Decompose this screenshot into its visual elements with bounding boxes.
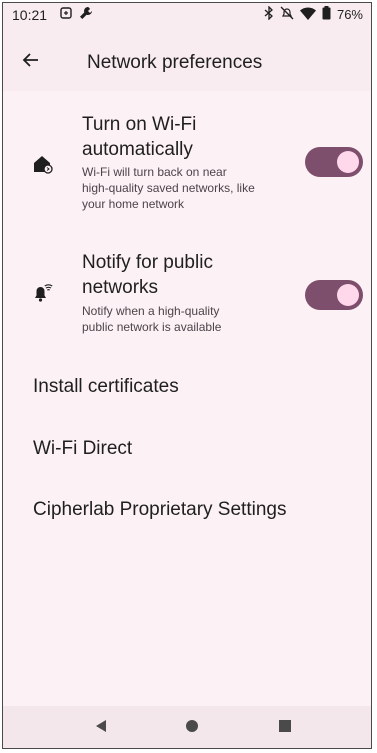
home-wifi-icon [32, 153, 54, 175]
back-button[interactable] [17, 46, 45, 74]
notify-public-toggle[interactable] [305, 280, 363, 310]
wifi-auto-title-line2: automatically [82, 139, 193, 160]
arrow-left-icon [22, 53, 38, 67]
battery-percent: 76% [336, 7, 363, 22]
settings-screen: 10:21 76% Network preferences Turn on Wi… [2, 2, 372, 749]
nav-recents-icon[interactable] [279, 720, 291, 732]
nav-home-icon[interactable] [186, 720, 198, 732]
toggle-knob [337, 151, 359, 173]
wifi-auto-toggle[interactable] [305, 147, 363, 177]
bluetooth-icon [264, 5, 274, 23]
install-certificates-item[interactable]: Install certificates [33, 376, 179, 398]
wifi-auto-subtitle-line2: high-quality saved networks, like [82, 181, 255, 195]
wifi-direct-item[interactable]: Wi-Fi Direct [33, 438, 132, 460]
navigation-bar [3, 706, 371, 748]
page-title: Network preferences [87, 52, 263, 73]
toggle-knob [337, 284, 359, 306]
notify-public-subtitle-line2: public network is available [82, 320, 222, 334]
mute-icon [280, 6, 294, 23]
battery-icon [322, 6, 331, 23]
wifi-notification-icon [32, 281, 54, 303]
notify-public-subtitle-line1: Notify when a high-quality [82, 304, 220, 318]
wifi-auto-title-line1: Turn on Wi-Fi [82, 114, 197, 135]
notify-public-title-line2: networks [82, 277, 159, 298]
app-bar: Network preferences [3, 29, 371, 91]
wifi-auto-subtitle-line3: your home network [82, 197, 185, 211]
nav-back-icon[interactable] [96, 720, 106, 732]
notify-public-setting[interactable]: Notify for public networks Notify when a… [3, 251, 371, 341]
wifi-auto-setting[interactable]: Turn on Wi-Fi automatically Wi-Fi will t… [3, 113, 371, 223]
wifi-auto-subtitle-line1: Wi-Fi will turn back on near [82, 165, 227, 179]
cipherlab-settings-item[interactable]: Cipherlab Proprietary Settings [33, 499, 286, 521]
notify-public-title-line1: Notify for public [82, 252, 213, 273]
wrench-icon [79, 6, 93, 25]
wifi-icon [299, 6, 316, 23]
status-bar: 10:21 76% [3, 3, 371, 29]
sync-icon [59, 6, 73, 25]
status-time: 10:21 [12, 7, 48, 23]
